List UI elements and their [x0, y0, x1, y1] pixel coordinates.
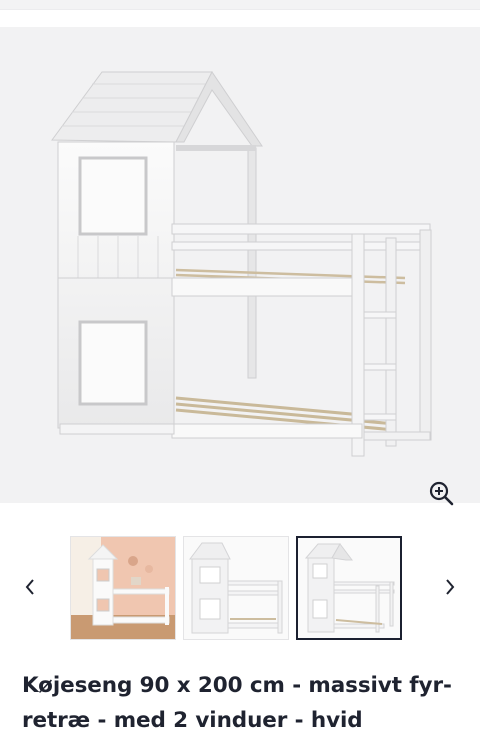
carousel-next-button[interactable] — [436, 570, 464, 604]
zoom-button[interactable] — [428, 480, 462, 514]
magnify-plus-icon — [429, 481, 454, 506]
product-main-image[interactable] — [0, 27, 480, 506]
thumbnail-carousel — [0, 530, 480, 646]
product-title-line-2: retræ - med 2 vinduer - hvid — [22, 708, 363, 733]
top-strip — [0, 0, 480, 10]
thumbnail-image-angled — [298, 538, 400, 638]
thumbnail-front-view[interactable] — [183, 536, 289, 640]
chevron-right-icon — [446, 579, 455, 595]
product-title-line-1: Køjeseng 90 x 200 cm - massivt fyr- — [22, 673, 452, 698]
thumbnail-room-scene[interactable] — [70, 536, 176, 640]
chevron-left-icon — [25, 579, 34, 595]
carousel-prev-button[interactable] — [16, 570, 44, 604]
bunk-bed-illustration — [51, 71, 432, 457]
thumbnail-angled-view[interactable] — [296, 536, 402, 640]
product-title: Køjeseng 90 x 200 cm - massivt fyr- retr… — [22, 668, 462, 738]
thumbnail-image-front — [184, 537, 288, 639]
thumbnail-image-room — [71, 537, 175, 639]
